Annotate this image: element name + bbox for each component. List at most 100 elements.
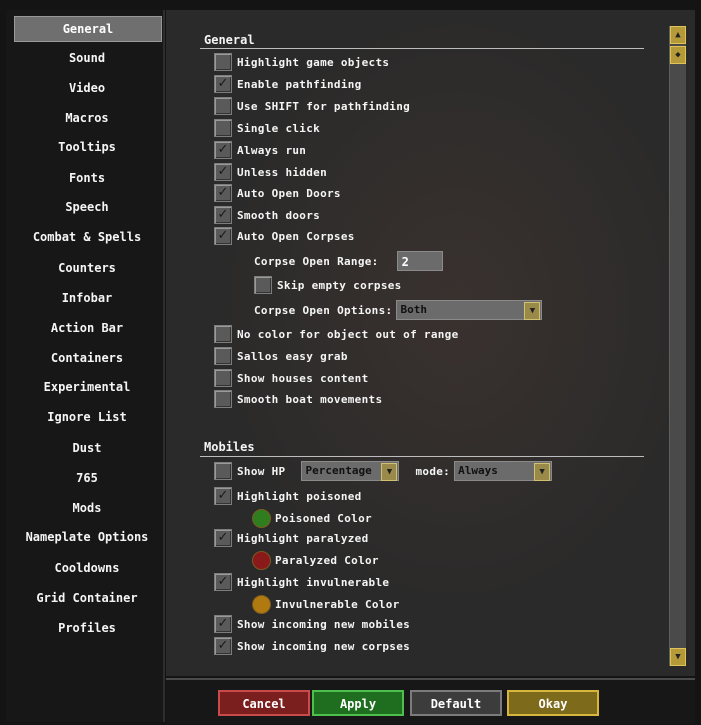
checkbox[interactable] (214, 369, 232, 387)
option-label: Use SHIFT for pathfinding (237, 99, 411, 113)
color-swatch-icon[interactable] (252, 594, 271, 614)
checkbox-checked[interactable]: ✓ (214, 637, 232, 655)
option-skip-empty-corpses[interactable]: Skip empty corpses (254, 275, 402, 295)
scroll-up-button[interactable]: ▲ (670, 26, 686, 44)
option-label: Highlight poisoned (237, 489, 362, 503)
option-smooth-boat-movements[interactable]: Smooth boat movements (214, 389, 382, 409)
sidebar-item-tooltips[interactable]: Tooltips (14, 135, 160, 159)
section-title-mobiles: Mobiles (204, 440, 255, 454)
option-label: Show houses content (237, 371, 369, 385)
option-highlight-paralyzed[interactable]: ✓ Highlight paralyzed (214, 528, 369, 548)
checkbox[interactable] (214, 53, 232, 71)
option-smooth-doors[interactable]: ✓ Smooth doors (214, 205, 320, 225)
option-use-shift-pathfinding[interactable]: Use SHIFT for pathfinding (214, 96, 410, 116)
sidebar-item-profiles[interactable]: Profiles (14, 616, 160, 640)
option-show-incoming-mobiles[interactable]: ✓ Show incoming new mobiles (214, 614, 410, 634)
sidebar-item-grid-container[interactable]: Grid Container (14, 586, 160, 610)
color-swatch-icon[interactable] (252, 508, 271, 528)
settings-scroll-area[interactable]: General Highlight game objects ✓ Enable … (166, 10, 671, 676)
checkbox[interactable] (214, 97, 232, 115)
check-icon: ✓ (217, 638, 229, 653)
option-show-houses-content[interactable]: Show houses content (214, 368, 369, 388)
sidebar-item-sound[interactable]: Sound (14, 46, 160, 70)
hp-type-dropdown[interactable]: Percentage ▼ (301, 461, 400, 481)
sidebar-item-dust[interactable]: Dust (14, 436, 160, 460)
default-button[interactable]: Default (410, 690, 502, 716)
checkbox[interactable] (254, 276, 272, 294)
sidebar-item-765[interactable]: 765 (14, 466, 160, 490)
sidebar-item-speech[interactable]: Speech (14, 195, 160, 219)
color-swatch-icon[interactable] (252, 550, 271, 570)
sidebar-item-video[interactable]: Video (14, 76, 160, 100)
grip-icon: ◆ (675, 50, 681, 60)
checkbox[interactable] (214, 119, 232, 137)
checkbox[interactable] (214, 462, 232, 480)
corpse-range-input[interactable]: 2 (396, 251, 443, 271)
checkbox-checked[interactable]: ✓ (214, 615, 232, 633)
sidebar-item-nameplate-options[interactable]: Nameplate Options (14, 525, 160, 549)
scroll-down-button[interactable]: ▼ (670, 648, 686, 666)
checkbox[interactable] (214, 325, 232, 343)
sidebar-item-cooldowns[interactable]: Cooldowns (14, 556, 160, 580)
checkbox-checked[interactable]: ✓ (214, 573, 232, 591)
sidebar-item-general[interactable]: General (14, 16, 162, 42)
option-invulnerable-color[interactable]: Invulnerable Color (252, 594, 400, 614)
checkbox-checked[interactable]: ✓ (214, 141, 232, 159)
sidebar-item-mods[interactable]: Mods (14, 496, 160, 520)
section-title-general: General (204, 33, 255, 47)
check-icon: ✓ (217, 530, 229, 545)
option-auto-open-doors[interactable]: ✓ Auto Open Doors (214, 183, 341, 203)
option-label: Smooth boat movements (237, 392, 383, 406)
option-enable-pathfinding[interactable]: ✓ Enable pathfinding (214, 74, 362, 94)
checkbox[interactable] (214, 390, 232, 408)
checkbox-checked[interactable]: ✓ (214, 163, 232, 181)
option-label: Always run (237, 143, 307, 157)
sidebar-item-counters[interactable]: Counters (14, 256, 160, 280)
option-label: Highlight game objects (237, 55, 390, 69)
option-single-click[interactable]: Single click (214, 118, 320, 138)
sidebar-item-ignore-list[interactable]: Ignore List (14, 405, 160, 429)
scroll-thumb[interactable]: ◆ (670, 46, 686, 64)
vertical-scrollbar[interactable]: ▲ ◆ ▼ (669, 26, 686, 666)
apply-button[interactable]: Apply (312, 690, 404, 716)
checkbox-checked[interactable]: ✓ (214, 529, 232, 547)
check-icon: ✓ (217, 142, 229, 157)
sidebar-item-fonts[interactable]: Fonts (14, 166, 160, 190)
checkbox-checked[interactable]: ✓ (214, 227, 232, 245)
sidebar-item-action-bar[interactable]: Action Bar (14, 316, 160, 340)
option-paralyzed-color[interactable]: Paralyzed Color (252, 550, 379, 570)
option-label: Show incoming new mobiles (237, 617, 411, 631)
check-icon: ✓ (217, 616, 229, 631)
checkbox-checked[interactable]: ✓ (214, 206, 232, 224)
cancel-button[interactable]: Cancel (218, 690, 310, 716)
okay-button[interactable]: Okay (507, 690, 599, 716)
option-label: Highlight paralyzed (237, 531, 369, 545)
option-label: Poisoned Color (275, 511, 372, 525)
corpse-options-dropdown[interactable]: Both ▼ (396, 300, 543, 320)
option-label: Show HP (237, 464, 286, 478)
sidebar-item-infobar[interactable]: Infobar (14, 286, 160, 310)
option-show-incoming-corpses[interactable]: ✓ Show incoming new corpses (214, 636, 410, 656)
options-window: General Sound Video Macros Tooltips Font… (0, 0, 701, 725)
option-highlight-invulnerable[interactable]: ✓ Highlight invulnerable (214, 572, 389, 592)
option-auto-open-corpses[interactable]: ✓ Auto Open Corpses (214, 226, 355, 246)
option-label: Smooth doors (237, 208, 321, 222)
hp-mode-dropdown[interactable]: Always ▼ (454, 461, 553, 481)
option-show-hp[interactable]: Show HP Percentage ▼ mode: Always ▼ (214, 460, 553, 482)
option-highlight-poisoned[interactable]: ✓ Highlight poisoned (214, 486, 362, 506)
checkbox-checked[interactable]: ✓ (214, 184, 232, 202)
checkbox-checked[interactable]: ✓ (214, 75, 232, 93)
checkbox[interactable] (214, 347, 232, 365)
option-label: Highlight invulnerable (237, 575, 390, 589)
option-unless-hidden[interactable]: ✓ Unless hidden (214, 162, 327, 182)
option-highlight-game-objects[interactable]: Highlight game objects (214, 52, 389, 72)
sidebar-item-containers[interactable]: Containers (14, 346, 160, 370)
option-poisoned-color[interactable]: Poisoned Color (252, 508, 372, 528)
option-always-run[interactable]: ✓ Always run (214, 140, 306, 160)
sidebar-item-macros[interactable]: Macros (14, 106, 160, 130)
sidebar-item-experimental[interactable]: Experimental (14, 375, 160, 399)
checkbox-checked[interactable]: ✓ (214, 487, 232, 505)
option-no-color-out-of-range[interactable]: No color for object out of range (214, 324, 459, 344)
sidebar-item-combat-spells[interactable]: Combat & Spells (14, 225, 160, 249)
option-sallos-easy-grab[interactable]: Sallos easy grab (214, 346, 348, 366)
